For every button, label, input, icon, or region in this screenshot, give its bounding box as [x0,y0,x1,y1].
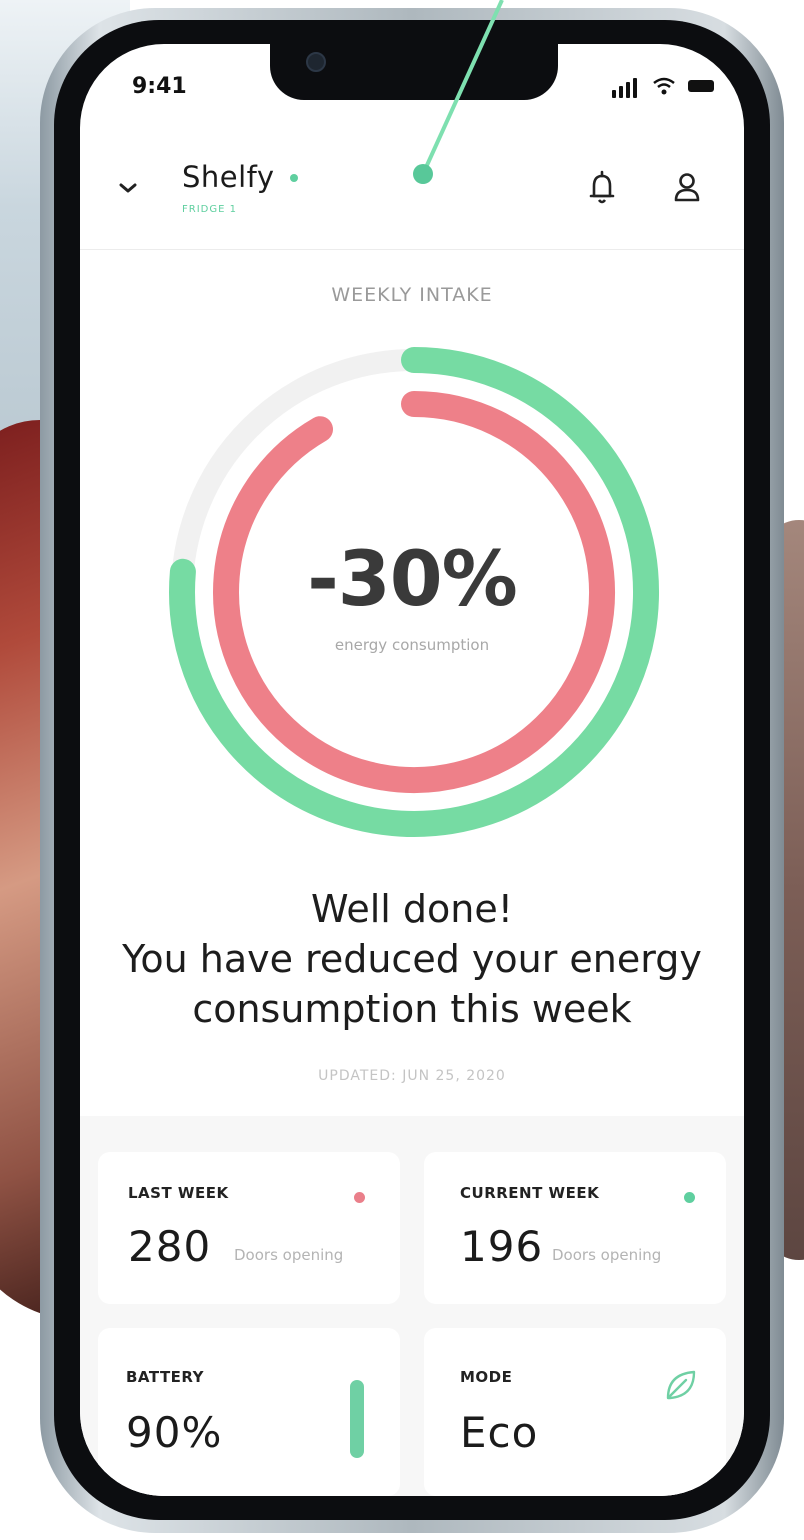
status-dot [290,174,298,182]
energy-caption: energy consumption [334,636,490,654]
energy-change-value: -30% [307,534,517,623]
chevron-down-icon[interactable] [116,176,140,200]
status-time: 9:41 [132,74,187,99]
notch [270,44,558,100]
card-value: Eco [460,1408,539,1457]
leaf-icon [666,1370,696,1400]
card-value: 196 [460,1222,544,1271]
card-unit: Doors opening [234,1246,344,1264]
congrats-message: Well done! You have reduced your energy … [80,884,744,1034]
signal-icon [633,78,637,98]
signal-icon [619,86,623,98]
card-label: MODE [460,1368,513,1386]
device-name: FRIDGE 1 [182,204,237,215]
battery-level-bar [350,1380,364,1458]
card-battery[interactable]: BATTERY 90% [98,1328,400,1496]
stats-grid: LAST WEEK 280 Doors opening CURRENT WEEK… [80,1116,744,1496]
card-label: BATTERY [126,1368,205,1386]
signal-icon [612,90,616,98]
card-value: 90% [126,1408,223,1457]
card-mode[interactable]: MODE Eco [424,1328,726,1496]
card-label: LAST WEEK [128,1184,229,1202]
app-title[interactable]: Shelfy [182,160,275,194]
status-dot [684,1192,695,1203]
card-current-week[interactable]: CURRENT WEEK 196 Doors opening [424,1152,726,1304]
battery-status-icon [688,80,714,92]
phone-screen: 9:41 Shelfy FRIDGE 1 WEEKLY INTAKE -30% … [80,44,744,1496]
section-title: WEEKLY INTAKE [331,284,493,306]
signal-icon [626,82,630,98]
wifi-icon [653,77,675,95]
camera-icon [306,52,326,72]
user-icon[interactable] [672,170,702,204]
bell-icon[interactable] [588,170,616,206]
header-divider [80,249,744,250]
message-line: Well done! [311,887,513,931]
status-dot [354,1192,365,1203]
status-icons [612,76,722,98]
card-label: CURRENT WEEK [460,1184,600,1202]
card-value: 280 [128,1222,212,1271]
message-line: consumption this week [192,987,632,1031]
updated-date: UPDATED: JUN 25, 2020 [318,1068,506,1084]
card-last-week[interactable]: LAST WEEK 280 Doors opening [98,1152,400,1304]
card-unit: Doors opening [552,1246,662,1264]
message-line: You have reduced your energy [122,937,702,981]
